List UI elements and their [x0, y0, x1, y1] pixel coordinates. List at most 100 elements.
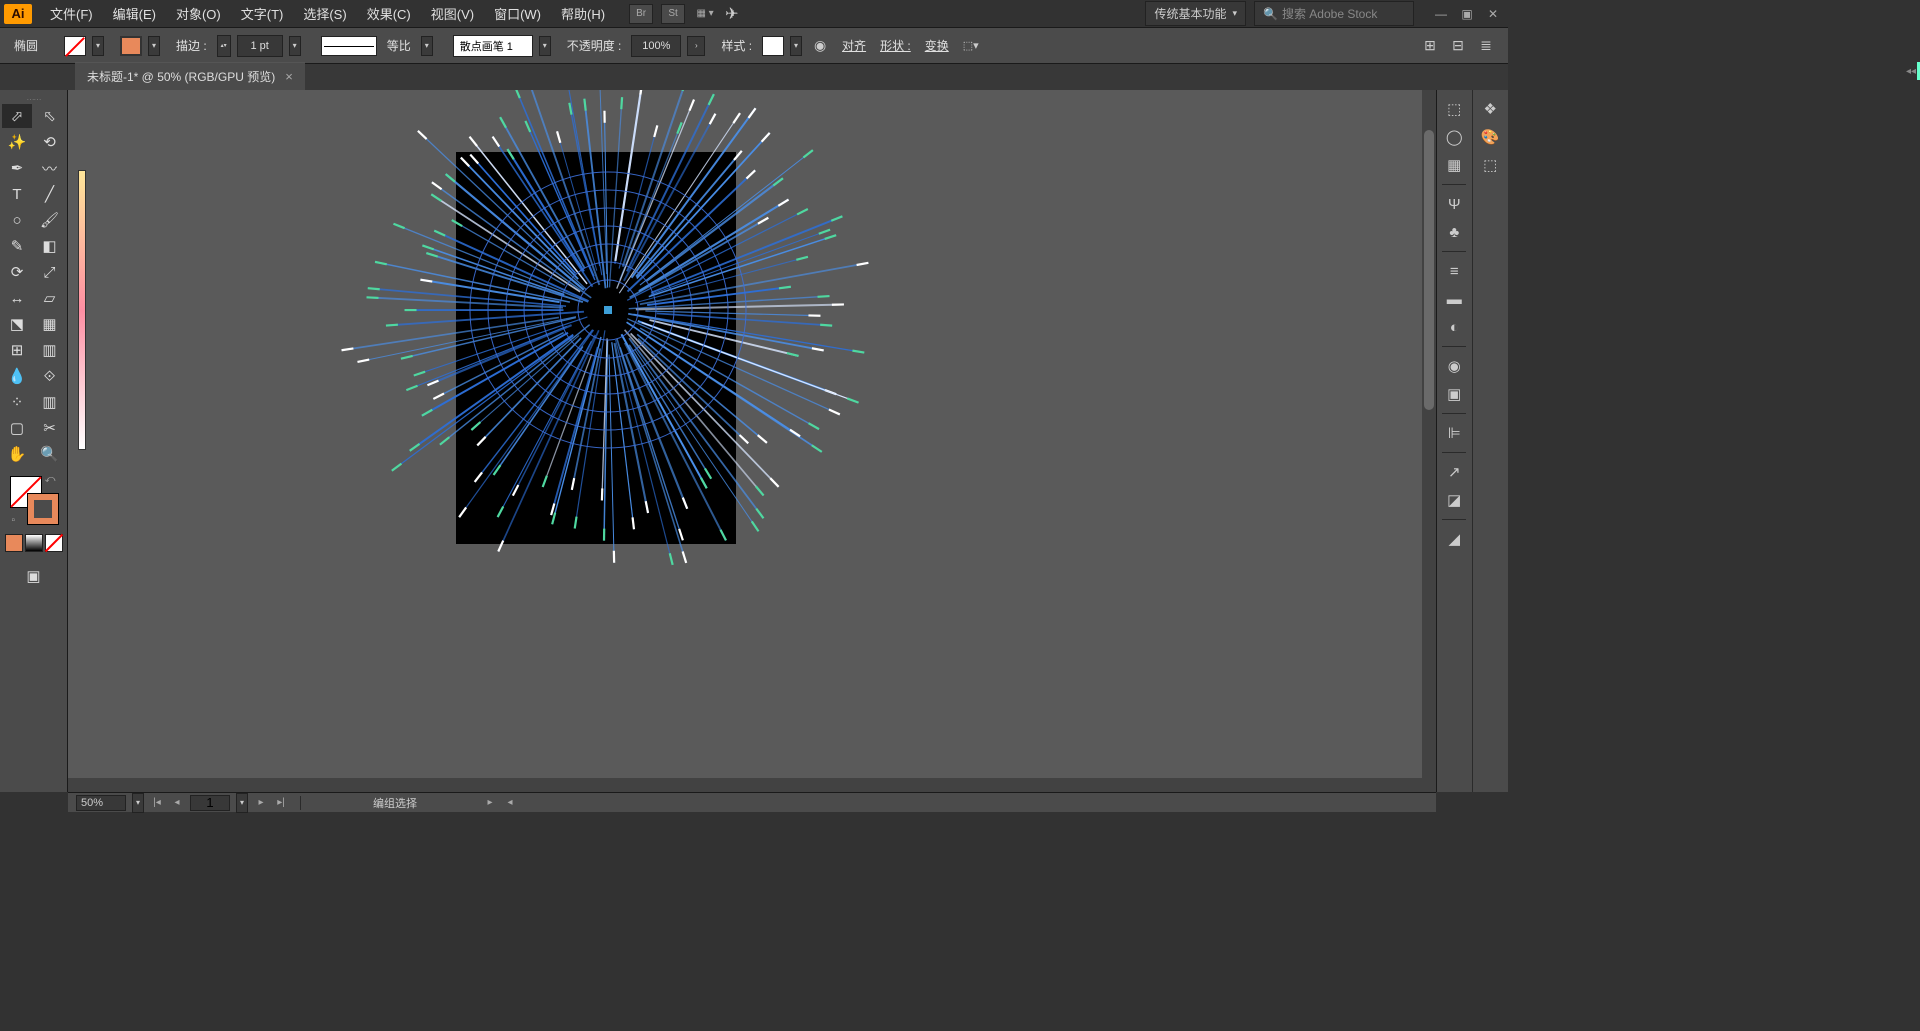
libraries-panel-icon[interactable]: ◯	[1440, 124, 1468, 150]
opacity-input[interactable]	[631, 35, 681, 57]
graphic-styles-panel-icon[interactable]: ▣	[1440, 381, 1468, 407]
color-mode-none[interactable]	[45, 534, 63, 552]
mesh-tool[interactable]: ⊞	[2, 338, 32, 362]
screen-mode-tool[interactable]: ▣	[19, 564, 49, 588]
swatches-panel-icon[interactable]: ▦	[1440, 152, 1468, 178]
symbols-panel-icon[interactable]: ♣	[1440, 219, 1468, 245]
ellipse-tool[interactable]: ○	[2, 208, 32, 232]
isolate-icon[interactable]: ⊞	[1418, 35, 1442, 57]
slice-tool[interactable]: ✂	[35, 416, 65, 440]
style-dropdown[interactable]: ▾	[790, 36, 802, 56]
transform-label[interactable]: 变换	[925, 37, 949, 54]
swap-fill-stroke-icon[interactable]: ⤺	[45, 474, 56, 485]
panel-menu-icon[interactable]: ≣	[1474, 35, 1498, 57]
align-to-icon[interactable]: ⊟	[1446, 35, 1470, 57]
toolbox-handle[interactable]	[2, 94, 65, 104]
fill-dropdown[interactable]: ▾	[92, 36, 104, 56]
stroke-weight-input[interactable]	[237, 35, 283, 57]
column-graph-tool[interactable]: ▥	[35, 390, 65, 414]
brush-definition[interactable]: 散点画笔 1	[453, 35, 533, 57]
search-stock-input[interactable]: 🔍 搜索 Adobe Stock	[1254, 1, 1414, 26]
transform-icon[interactable]: ⬚▾	[959, 35, 983, 57]
stroke-panel-icon[interactable]: ≡	[1440, 258, 1468, 284]
horizontal-scrollbar[interactable]	[68, 778, 1422, 792]
scroll-left-arrow[interactable]: ◂	[503, 796, 517, 810]
menu-view[interactable]: 视图(V)	[421, 0, 484, 27]
type-tool[interactable]: T	[2, 182, 32, 206]
transform-panel-icon[interactable]: ↗	[1440, 459, 1468, 485]
perspective-tool[interactable]: ▦	[35, 312, 65, 336]
zoom-dropdown-arrow[interactable]: ▾	[132, 793, 144, 813]
workspace-switcher[interactable]: 传统基本功能 ▾	[1145, 1, 1246, 26]
last-artboard-button[interactable]: ▸|	[274, 796, 288, 810]
zoom-level-dropdown[interactable]: 50%	[76, 795, 126, 811]
gradient-tool[interactable]: ▥	[35, 338, 65, 362]
stock-icon[interactable]: St	[661, 4, 685, 24]
curvature-tool[interactable]: 〰	[35, 156, 65, 180]
opacity-dropdown[interactable]: ›	[687, 36, 705, 56]
shape-builder-tool[interactable]: ⬔	[2, 312, 32, 336]
layers-panel-icon[interactable]: ❖	[1476, 96, 1504, 122]
brushes-panel-icon[interactable]: Ψ	[1440, 191, 1468, 217]
asset-export-panel-icon[interactable]: ◢	[1440, 526, 1468, 552]
artboard-number-input[interactable]	[190, 795, 230, 811]
gradient-annotator[interactable]	[78, 170, 86, 450]
align-label[interactable]: 对齐	[842, 37, 866, 54]
zoom-tool[interactable]: 🔍	[35, 442, 65, 466]
vertical-scroll-thumb[interactable]	[1424, 130, 1434, 410]
line-tool[interactable]: ╱	[35, 182, 65, 206]
menu-file[interactable]: 文件(F)	[40, 0, 103, 27]
close-button[interactable]: ✕	[1482, 5, 1504, 23]
vertical-scrollbar[interactable]	[1422, 90, 1436, 792]
lasso-tool[interactable]: ⟲	[35, 130, 65, 154]
status-menu-arrow[interactable]: ▸	[483, 796, 497, 810]
arrange-icon[interactable]: ▦ ▾	[693, 4, 717, 24]
menu-effect[interactable]: 效果(C)	[357, 0, 421, 27]
width-profile-dropdown[interactable]: ▾	[421, 36, 433, 56]
stroke-dropdown[interactable]: ▾	[148, 36, 160, 56]
align-panel-icon[interactable]: ⊫	[1440, 420, 1468, 446]
symbol-sprayer-tool[interactable]: ⁘	[2, 390, 32, 414]
stroke-swatch[interactable]	[120, 36, 142, 56]
artboard[interactable]	[456, 152, 736, 544]
recolor-icon[interactable]: ◉	[808, 35, 832, 57]
default-fill-stroke-icon[interactable]: ▫	[12, 515, 16, 526]
menu-window[interactable]: 窗口(W)	[484, 0, 551, 27]
menu-type[interactable]: 文字(T)	[231, 0, 294, 27]
document-tab[interactable]: 未标题-1* @ 50% (RGB/GPU 预览) ×	[75, 62, 305, 90]
bridge-icon[interactable]: Br	[629, 4, 653, 24]
color-mode-gradient[interactable]	[25, 534, 43, 552]
tab-close-button[interactable]: ×	[285, 69, 293, 84]
paintbrush-tool[interactable]: 🖌	[35, 208, 65, 232]
artboard-tool[interactable]: ▢	[2, 416, 32, 440]
shaper-tool[interactable]: ✎	[2, 234, 32, 258]
stroke-weight-dropdown[interactable]: ▾	[289, 36, 301, 56]
scale-tool[interactable]: ⤢	[35, 260, 65, 284]
width-tool[interactable]: ↔	[2, 286, 32, 310]
artboard-dropdown[interactable]: ▾	[236, 793, 248, 813]
hand-tool[interactable]: ✋	[2, 442, 32, 466]
menu-select[interactable]: 选择(S)	[293, 0, 356, 27]
fill-stroke-control[interactable]: ⤺ ▫	[10, 476, 58, 524]
restore-button[interactable]: ▣	[1456, 5, 1478, 23]
variable-width-profile[interactable]	[321, 36, 377, 56]
gradient-panel-icon[interactable]: ▬	[1440, 286, 1468, 312]
selection-tool[interactable]: ⬀	[2, 104, 32, 128]
stroke-indicator[interactable]	[28, 494, 58, 524]
transparency-panel-icon[interactable]: ◐	[1440, 314, 1468, 340]
direct-selection-tool[interactable]: ⬁	[35, 104, 65, 128]
minimize-button[interactable]: —	[1430, 5, 1452, 23]
menu-help[interactable]: 帮助(H)	[551, 0, 615, 27]
free-transform-tool[interactable]: ▱	[35, 286, 65, 310]
next-artboard-button[interactable]: ▸	[254, 796, 268, 810]
graphic-style-swatch[interactable]	[762, 36, 784, 56]
canvas-area[interactable]	[68, 90, 1436, 792]
eyedropper-tool[interactable]: 💧	[2, 364, 32, 388]
gpu-icon[interactable]: ✈	[725, 4, 738, 24]
rotate-tool[interactable]: ⟳	[2, 260, 32, 284]
appearance-panel-icon[interactable]: ◉	[1440, 353, 1468, 379]
properties-panel-icon[interactable]: ⬚	[1440, 96, 1468, 122]
panel-collapse-icon[interactable]: ◂◂	[1906, 66, 1916, 77]
eraser-tool[interactable]: ◧	[35, 234, 65, 258]
pen-tool[interactable]: ✒	[2, 156, 32, 180]
